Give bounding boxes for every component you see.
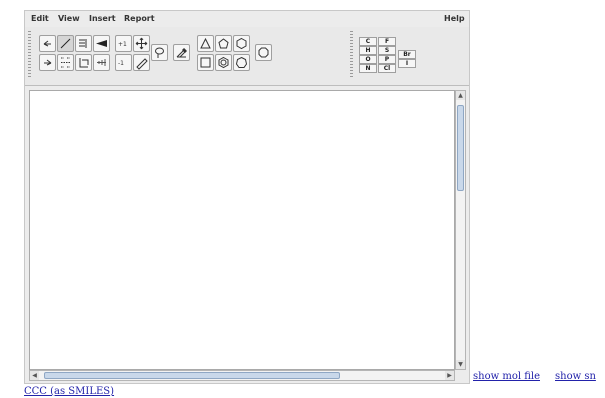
menu-edit[interactable]: Edit [31,14,49,23]
wedge-bond-button[interactable] [93,35,110,52]
scroll-down-arrow-icon[interactable]: ▼ [456,360,465,369]
menu-help[interactable]: Help [444,14,465,23]
charge-plus-label: +1 [118,41,127,48]
clear-button[interactable] [133,54,150,71]
toolbar-grip[interactable] [28,31,31,79]
octagon-ring-button[interactable] [255,44,272,61]
single-bond-icon [60,38,71,49]
lasso-select-button[interactable] [151,44,168,61]
hexagon-ring-button[interactable] [233,35,250,52]
undo-button[interactable] [39,35,56,52]
element-button[interactable]: F [378,37,396,46]
drawing-canvas[interactable] [29,90,455,370]
chain-button[interactable] [57,54,74,71]
benzene-ring-icon [218,56,229,69]
horizontal-scrollbar[interactable]: ◀ ▶ [29,370,455,381]
charge-minus-button[interactable]: -1 [115,54,132,71]
element-button[interactable]: Br [398,50,416,59]
element-button[interactable]: H [359,46,377,55]
move-icon [135,37,148,50]
square-ring-button[interactable] [197,54,214,71]
scroll-right-arrow-icon[interactable]: ▶ [445,371,454,380]
show-mol-file-link[interactable]: show mol file [473,371,540,382]
element-button[interactable]: Cl [378,64,396,73]
eraser-icon [176,48,187,58]
move-button[interactable] [133,35,150,52]
scroll-left-arrow-icon[interactable]: ◀ [30,371,39,380]
eraser-button[interactable] [173,44,190,61]
hexagon-ring-icon [236,37,247,50]
chain-icon [61,57,70,68]
molecule-editor-applet: Edit View Insert Report Help +1 -1 C F H… [24,10,470,384]
element-button[interactable]: P [378,55,396,64]
octagon-ring-icon [258,47,269,58]
pentagon-ring-icon [218,38,229,49]
triangle-ring-button[interactable] [197,35,214,52]
wedge-bond-icon [96,40,107,47]
charge-plus-button[interactable]: +1 [115,35,132,52]
pencil-eraser-icon [136,58,148,70]
charge-minus-label: -1 [118,60,124,67]
bracket-icon [79,58,89,68]
heptagon-ring-icon [235,56,248,68]
menu-report[interactable]: Report [124,14,155,23]
element-button[interactable]: I [398,59,416,68]
element-button[interactable]: S [378,46,396,55]
double-bond-icon [79,39,87,48]
menu-view[interactable]: View [58,14,80,23]
benzene-ring-button[interactable] [215,54,232,71]
menu-insert[interactable]: Insert [89,14,116,23]
undo-icon [43,40,51,47]
triangle-ring-icon [200,37,211,49]
scroll-up-arrow-icon[interactable]: ▲ [456,91,465,100]
pentagon-ring-button[interactable] [215,35,232,52]
bracket-button[interactable] [75,54,92,71]
redo-button[interactable] [39,54,56,71]
double-bond-button[interactable] [75,35,92,52]
horizontal-scroll-thumb[interactable] [44,372,340,379]
hatch-bond-button[interactable] [93,54,110,71]
vertical-scroll-thumb[interactable] [457,105,464,191]
redo-icon [44,59,52,66]
element-button[interactable]: O [359,55,377,64]
heptagon-ring-button[interactable] [233,54,250,71]
menu-bar: Edit View Insert Report Help [25,11,469,27]
square-ring-icon [200,57,211,68]
toolbar-grip[interactable] [350,31,353,79]
toolbar: +1 -1 C F H S Br O P I N Cl [25,27,469,86]
element-button[interactable]: N [359,64,377,73]
show-smiles-link[interactable]: show sn [555,371,596,382]
element-button[interactable]: C [359,37,377,46]
smiles-result-link[interactable]: CCC (as SMILES) [24,386,114,397]
vertical-scrollbar[interactable]: ▲ ▼ [455,90,466,370]
single-bond-button[interactable] [57,35,74,52]
lasso-icon [155,47,164,58]
hatch-bond-icon [97,59,106,66]
